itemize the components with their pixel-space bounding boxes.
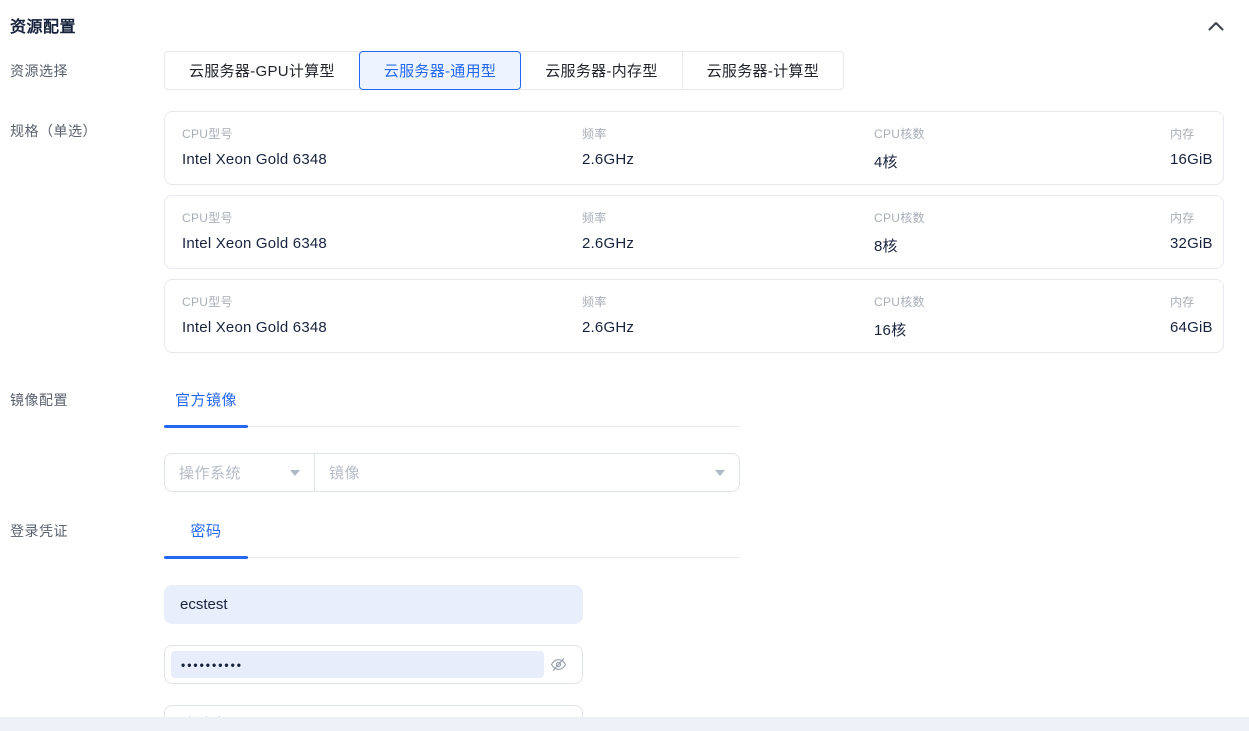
spec-cpu-value: Intel Xeon Gold 6348	[182, 151, 582, 168]
image-tab-bar: 官方镜像	[164, 380, 740, 427]
spec-col-freq: 频率	[582, 209, 874, 226]
chevron-down-icon	[715, 470, 725, 476]
chevron-up-icon	[1208, 21, 1224, 31]
spec-freq-value: 2.6GHz	[582, 319, 874, 336]
spec-cores-value: 8核	[874, 235, 1170, 256]
tab-gpu-compute[interactable]: 云服务器-GPU计算型	[164, 51, 360, 90]
active-tab-indicator	[164, 425, 248, 428]
collapse-button[interactable]	[1205, 15, 1227, 37]
spec-col-cores: CPU核数	[874, 125, 1170, 142]
spec-col-freq: 频率	[582, 293, 874, 310]
resource-config-panel: 资源配置 资源选择 云服务器-GPU计算型 云服务器-通用型 云服务器-内存型 …	[0, 0, 1249, 731]
tab-memory-optimized[interactable]: 云服务器-内存型	[520, 51, 682, 90]
spec-col-cpu: CPU型号	[182, 293, 582, 310]
image-select[interactable]: 镜像	[315, 454, 739, 491]
spec-col-cpu: CPU型号	[182, 209, 582, 226]
password-input[interactable]	[171, 651, 544, 678]
row-resource-select: 资源选择 云服务器-GPU计算型 云服务器-通用型 云服务器-内存型 云服务器-…	[10, 51, 1249, 90]
row-login-credentials: 登录凭证 密码	[10, 511, 1249, 731]
active-tab-indicator	[164, 556, 248, 559]
spec-cpu-value: Intel Xeon Gold 6348	[182, 319, 582, 336]
image-select-group: 操作系统 镜像	[164, 453, 740, 492]
spec-col-freq: 频率	[582, 125, 874, 142]
password-field	[164, 645, 583, 684]
spec-cpu-value: Intel Xeon Gold 6348	[182, 235, 582, 252]
login-credentials-label: 登录凭证	[10, 511, 164, 731]
tab-password[interactable]: 密码	[164, 511, 248, 557]
spec-cores-value: 16核	[874, 319, 1170, 340]
resource-type-tabs: 云服务器-GPU计算型 云服务器-通用型 云服务器-内存型 云服务器-计算型	[164, 51, 1249, 90]
row-spec: 规格（单选） CPU型号 Intel Xeon Gold 6348 频率 2.6…	[10, 111, 1249, 353]
tab-official-image[interactable]: 官方镜像	[164, 380, 248, 426]
tab-compute-optimized[interactable]: 云服务器-计算型	[682, 51, 844, 90]
spec-col-cores: CPU核数	[874, 209, 1170, 226]
spec-mem-value: 32GiB	[1170, 235, 1213, 252]
spec-card[interactable]: CPU型号 Intel Xeon Gold 6348 频率 2.6GHz CPU…	[164, 111, 1224, 185]
spec-col-mem: 内存	[1170, 293, 1213, 310]
panel-header: 资源配置	[0, 0, 1249, 37]
os-select-placeholder: 操作系统	[179, 462, 241, 483]
image-config-label: 镜像配置	[10, 380, 164, 492]
image-select-placeholder: 镜像	[329, 462, 360, 483]
spec-mem-value: 64GiB	[1170, 319, 1213, 336]
spec-col-cpu: CPU型号	[182, 125, 582, 142]
username-input[interactable]	[164, 585, 583, 624]
spec-col-mem: 内存	[1170, 125, 1213, 142]
spec-col-mem: 内存	[1170, 209, 1213, 226]
resource-select-label: 资源选择	[10, 51, 164, 90]
chevron-down-icon	[290, 470, 300, 476]
spec-label: 规格（单选）	[10, 111, 164, 353]
spec-freq-value: 2.6GHz	[582, 235, 874, 252]
spec-col-cores: CPU核数	[874, 293, 1170, 310]
toggle-password-visibility-button[interactable]	[544, 656, 572, 673]
spec-card[interactable]: CPU型号 Intel Xeon Gold 6348 频率 2.6GHz CPU…	[164, 195, 1224, 269]
tab-general-purpose[interactable]: 云服务器-通用型	[359, 51, 521, 90]
spec-card[interactable]: CPU型号 Intel Xeon Gold 6348 频率 2.6GHz CPU…	[164, 279, 1224, 353]
page-title: 资源配置	[10, 13, 76, 37]
spec-list: CPU型号 Intel Xeon Gold 6348 频率 2.6GHz CPU…	[164, 111, 1224, 353]
eye-off-icon	[550, 656, 567, 673]
login-tab-bar: 密码	[164, 511, 740, 558]
spec-mem-value: 16GiB	[1170, 151, 1213, 168]
page-background-strip	[0, 717, 1249, 731]
spec-freq-value: 2.6GHz	[582, 151, 874, 168]
spec-cores-value: 4核	[874, 151, 1170, 172]
row-image-config: 镜像配置 官方镜像 操作系统 镜像	[10, 380, 1249, 492]
os-select[interactable]: 操作系统	[165, 454, 315, 491]
